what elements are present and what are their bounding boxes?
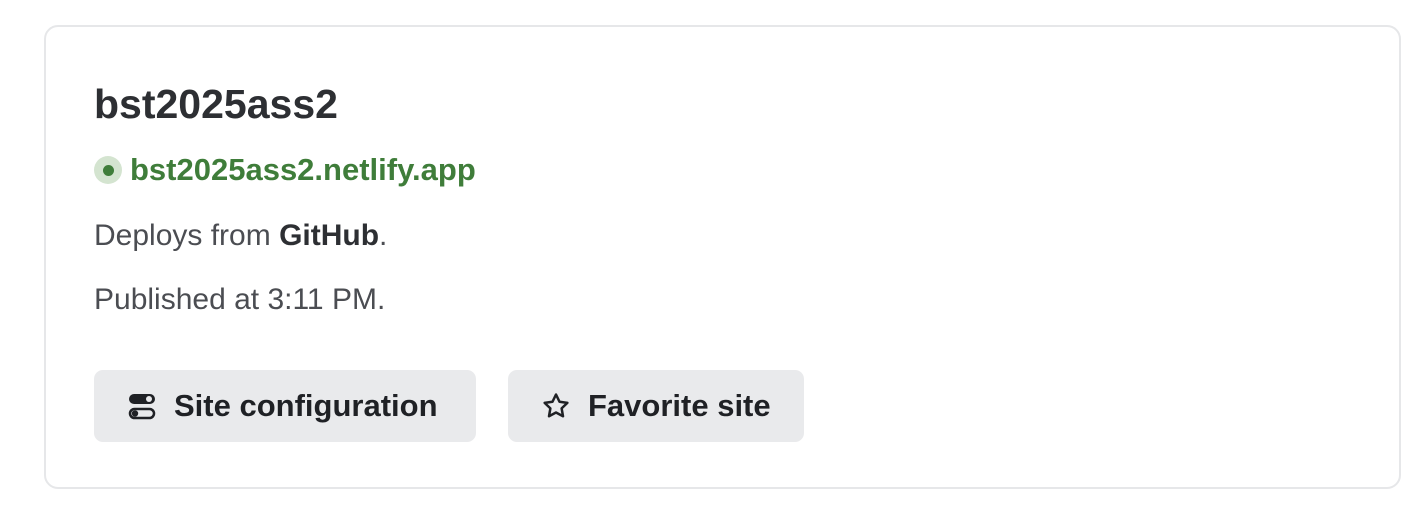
site-card: bst2025ass2 bst2025ass2.netlify.app Depl… bbox=[44, 25, 1401, 489]
deploy-source: GitHub bbox=[279, 219, 380, 252]
deploy-info: Deploys from GitHub. bbox=[94, 217, 387, 255]
site-title: bst2025ass2 bbox=[94, 81, 338, 127]
toggles-icon bbox=[126, 390, 158, 422]
site-configuration-label: Site configuration bbox=[174, 388, 438, 423]
deploy-suffix: . bbox=[379, 219, 388, 252]
published-info: Published at 3:11 PM. bbox=[94, 283, 386, 316]
site-configuration-button[interactable]: Site configuration bbox=[94, 370, 476, 442]
site-url-link[interactable]: bst2025ass2.netlify.app bbox=[130, 152, 476, 188]
star-icon bbox=[540, 390, 572, 422]
status-dot-inner bbox=[102, 164, 114, 176]
status-dot-icon bbox=[94, 156, 122, 184]
site-url-row: bst2025ass2.netlify.app bbox=[94, 151, 476, 189]
favorite-site-button[interactable]: Favorite site bbox=[508, 370, 804, 442]
favorite-site-label: Favorite site bbox=[588, 388, 771, 423]
deploy-prefix: Deploys from bbox=[94, 219, 280, 252]
